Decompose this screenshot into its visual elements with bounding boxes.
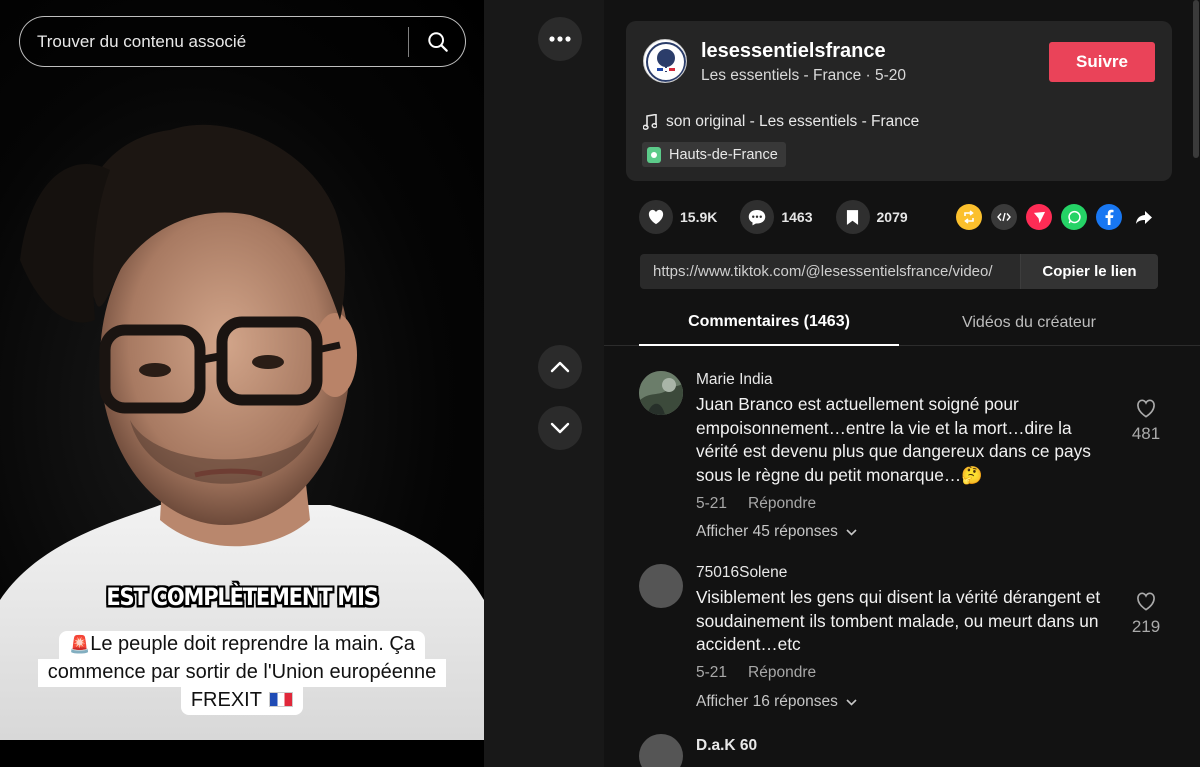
comment-date: 5-21 [696,664,728,681]
like-count: 15.9K [680,209,718,225]
comment-text: Juan Branco est actuellement soigné pour… [696,394,1091,485]
save-button[interactable]: 2079 [835,200,908,234]
comment-meta: 5-21 Répondre [696,495,816,513]
author-avatar[interactable] [643,39,687,83]
chevron-down-icon [846,528,857,536]
details-panel: lesessentielsfrance Les essentiels - Fra… [604,0,1200,767]
more-options-button[interactable] [538,17,582,61]
video-player[interactable]: EST COMPLÈTEMENT MIS 🚨Le peuple doit rep… [0,0,484,767]
embed-icon[interactable] [991,204,1017,230]
comment-like-button[interactable]: 219 [1129,592,1163,637]
search-input[interactable] [37,31,400,52]
comment-date: 5-21 [696,495,728,512]
video-url[interactable]: https://www.tiktok.com/@lesessentielsfra… [640,263,1020,280]
reply-button[interactable]: Répondre [748,495,816,513]
heart-outline-icon [1137,399,1155,418]
comment-button[interactable]: 1463 [740,200,813,234]
tab-comments[interactable]: Commentaires (1463) [639,300,899,346]
show-replies-button[interactable]: Afficher 16 réponses [696,693,857,711]
location-label: Hauts-de-France [669,146,778,163]
location-pin-icon [647,146,661,163]
copy-link-button[interactable]: Copier le lien [1020,254,1158,289]
author-username[interactable]: lesessentielsfrance [701,40,886,63]
repost-icon[interactable] [956,204,982,230]
avatar-image [639,371,683,415]
author-card: lesessentielsfrance Les essentiels - Fra… [626,21,1172,181]
comment-avatar[interactable] [639,564,683,608]
search-divider [408,26,409,57]
comment-meta: 5-21 Répondre [696,664,816,682]
comment-username[interactable]: 75016Solene [696,564,787,582]
comment-avatar[interactable] [639,371,683,415]
save-count: 2079 [876,209,908,225]
tree-logo-icon [646,42,686,82]
caption-line-3: FREXIT [180,687,304,715]
like-button[interactable]: 15.9K [639,200,717,234]
tab-creator-videos[interactable]: Vidéos du créateur [899,300,1159,346]
siren-icon: 🚨 [69,635,91,654]
tab-bar: Commentaires (1463) Vidéos du créateur [604,300,1200,346]
send-icon[interactable] [1026,204,1052,230]
music-label: son original - Les essentiels - France [666,113,920,130]
comment-item: Marie India Juan Branco est actuellement… [639,371,1184,551]
video-frame [0,0,484,740]
heart-icon [648,209,664,225]
music-link[interactable]: son original - Les essentiels - France [643,113,919,131]
comment-text: Visiblement les gens qui disent la vérit… [696,587,1101,654]
comment-item: D.a.K 60 [639,734,1184,767]
previous-video-button[interactable] [538,345,582,389]
reply-button[interactable]: Répondre [748,664,816,682]
related-content-search [19,16,466,67]
video-caption-top: EST COMPLÈTEMENT MIS [0,583,484,611]
comment-username[interactable]: Marie India [696,371,773,389]
video-caption-box: 🚨Le peuple doit reprendre la main. Ça co… [0,631,484,715]
comment-count: 1463 [781,209,813,225]
heart-outline-icon [1137,592,1155,611]
show-replies-button[interactable]: Afficher 45 réponses [696,523,857,541]
share-arrow-icon[interactable] [1131,204,1157,230]
search-button[interactable] [411,18,465,66]
share-icons [956,204,1157,230]
caption-line-1: 🚨Le peuple doit reprendre la main. Ça [59,631,425,659]
video-thumbnail-person [0,124,484,740]
comment-username[interactable]: D.a.K 60 [696,737,757,755]
copy-link-row: https://www.tiktok.com/@lesessentielsfra… [640,254,1158,289]
bookmark-icon [846,209,859,225]
author-subtitle: Les essentiels - France · 5-20 [701,67,907,84]
caption-line-2: commence par sortir de l'Union européenn… [37,659,447,687]
follow-button[interactable]: Suivre [1049,42,1155,82]
comment-item: 75016Solene Visiblement les gens qui dis… [639,564,1184,714]
search-icon [428,31,448,52]
show-replies-label: Afficher 45 réponses [696,523,838,540]
show-replies-label: Afficher 16 réponses [696,693,838,710]
location-tag[interactable]: Hauts-de-France [642,142,786,167]
music-note-icon [643,114,657,130]
whatsapp-icon[interactable] [1061,204,1087,230]
more-dots-icon [549,36,571,42]
chevron-down-icon [846,698,857,706]
comment-like-count: 219 [1131,617,1161,636]
facebook-icon[interactable] [1096,204,1122,230]
comment-avatar[interactable] [639,734,683,767]
tiktok-video-page: EST COMPLÈTEMENT MIS 🚨Le peuple doit rep… [0,0,1200,767]
navigation-strip [484,0,604,767]
french-flag-icon [269,692,294,707]
chevron-up-icon [550,361,570,373]
caption-top-text: EST COMPLÈTEMENT MIS [106,583,379,611]
comment-like-count: 481 [1131,424,1161,443]
comment-bubble-icon [749,209,766,225]
chevron-down-icon [550,422,570,434]
comment-like-button[interactable]: 481 [1129,399,1163,444]
next-video-button[interactable] [538,406,582,450]
engagement-stats: 15.9K 1463 2079 [639,200,931,234]
scrollbar[interactable] [1193,0,1199,158]
